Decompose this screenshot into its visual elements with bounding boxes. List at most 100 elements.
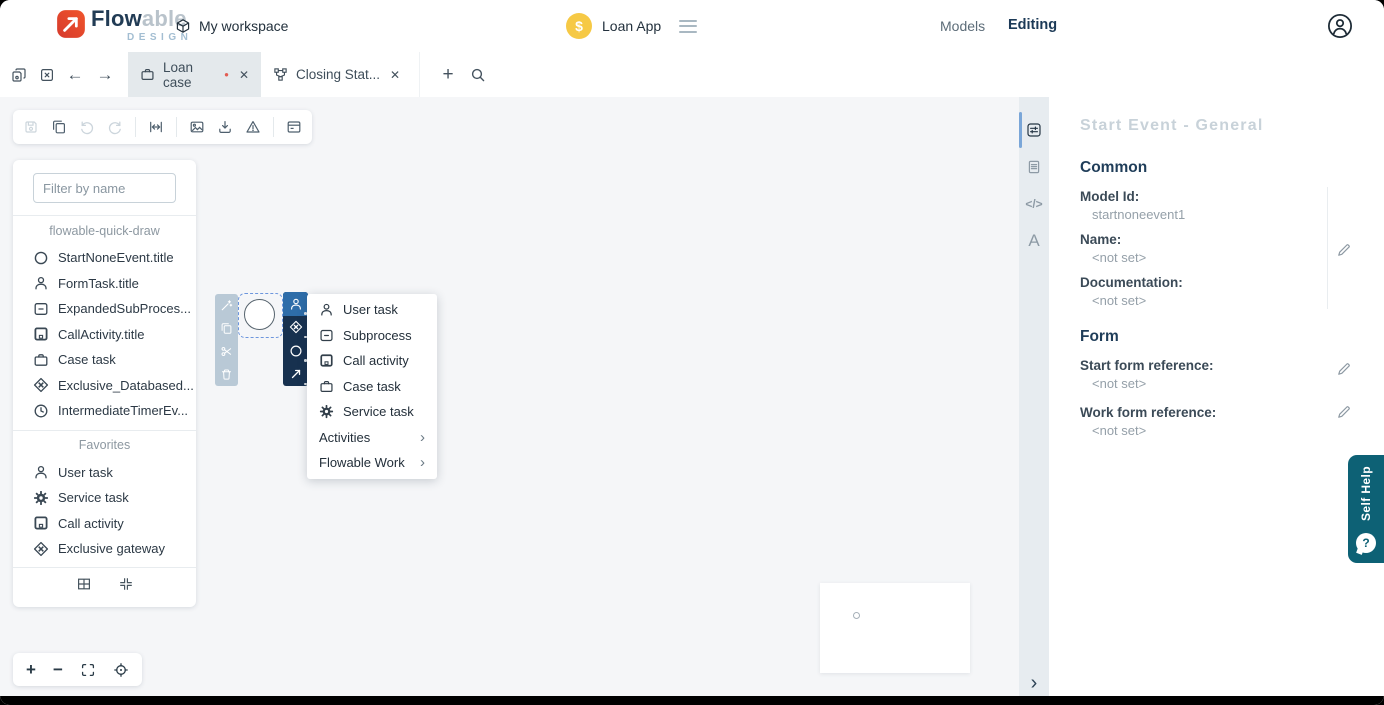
panel-tab-documentation[interactable]	[1019, 149, 1049, 185]
exclusive-gateway-icon	[289, 320, 303, 334]
shape-palette: flowable-quick-draw StartNoneEvent.title…	[13, 160, 196, 607]
tab-forward-button[interactable]: →	[92, 52, 118, 97]
service-task-icon	[33, 490, 49, 506]
menu-item-label: Activities	[319, 430, 370, 445]
tab-back-button[interactable]: ←	[62, 52, 88, 97]
validation-warnings-icon[interactable]	[245, 119, 261, 135]
close-tab-icon[interactable]: ✕	[390, 68, 400, 82]
zoom-in-button[interactable]: +	[26, 661, 36, 678]
close-tab-icon[interactable]: ✕	[239, 68, 249, 82]
field-value: startnoneevent1	[1080, 207, 1384, 222]
panel-tab-code[interactable]: </>	[1019, 186, 1049, 222]
forward-arrow-icon: →	[97, 65, 114, 85]
menu-item-activities[interactable]: Activities ›	[307, 425, 437, 451]
palette-item-call-activity-fav[interactable]: Call activity	[13, 511, 196, 537]
collapse-palette-icon[interactable]	[118, 576, 134, 592]
panel-tab-text[interactable]: A	[1019, 223, 1049, 259]
edit-name-pencil-icon[interactable]	[1336, 242, 1352, 258]
self-help-button[interactable]: Self Help ?	[1348, 455, 1384, 563]
minimap[interactable]	[820, 583, 970, 673]
field-documentation[interactable]: Documentation: <not set>	[1080, 275, 1384, 308]
close-all-icon	[39, 67, 55, 83]
collapse-panel-chevron[interactable]: ›	[1019, 671, 1049, 695]
palette-item-label: Case task	[58, 352, 116, 367]
new-tab-button[interactable]: +	[436, 52, 460, 97]
palette-item-label: CallActivity.title	[58, 327, 144, 342]
menu-item-user-task[interactable]: User task	[307, 297, 437, 323]
save-all-button[interactable]	[8, 52, 30, 97]
case-icon	[140, 67, 155, 82]
field-value: <not set>	[1080, 293, 1384, 308]
workspace-selector[interactable]: My workspace	[175, 0, 288, 52]
menu-item-call-activity[interactable]: Call activity	[307, 348, 437, 374]
properties-tab-strip: </> A ›	[1019, 97, 1049, 705]
palette-item-service-task[interactable]: Service task	[13, 485, 196, 511]
export-image-icon[interactable]	[189, 119, 205, 135]
nav-editing[interactable]: Editing	[1008, 17, 1057, 33]
palette-item-start-none-event[interactable]: StartNoneEvent.title	[13, 245, 196, 271]
palette-item-user-task[interactable]: User task	[13, 460, 196, 486]
nav-models[interactable]: Models	[940, 18, 985, 34]
magic-wand-button[interactable]	[215, 294, 238, 317]
menu-item-subprocess[interactable]: Subprocess	[307, 323, 437, 349]
section-title-form: Form	[1080, 328, 1384, 346]
flowable-logo[interactable]: Flowable DESIGN	[55, 8, 192, 43]
call-activity-icon	[33, 515, 49, 531]
selected-start-event[interactable]	[238, 293, 283, 338]
menu-item-case-task[interactable]: Case task	[307, 374, 437, 400]
search-models-button[interactable]	[466, 52, 490, 97]
quick-add-user-task-button[interactable]	[283, 292, 308, 316]
palette-item-case-task[interactable]: Case task	[13, 347, 196, 373]
palette-item-exclusive-gateway[interactable]: Exclusive_Databased...	[13, 373, 196, 399]
field-value: <not set>	[1080, 376, 1384, 391]
trash-icon	[220, 368, 233, 381]
tab-loan-case[interactable]: Loan case ● ✕	[128, 52, 261, 97]
menu-item-service-task[interactable]: Service task	[307, 399, 437, 425]
palette-item-expanded-subprocess[interactable]: ExpandedSubProces...	[13, 296, 196, 322]
quick-add-context-menu: User task Subprocess Call activity Case …	[307, 294, 437, 479]
draw-connection-button[interactable]	[283, 363, 308, 387]
case-task-icon	[319, 379, 334, 394]
palette-item-intermediate-timer[interactable]: IntermediateTimerEv...	[13, 398, 196, 424]
palette-item-label: Service task	[58, 490, 129, 505]
close-all-button[interactable]	[36, 52, 58, 97]
palette-item-form-task[interactable]: FormTask.title	[13, 271, 196, 297]
palette-item-call-activity[interactable]: CallActivity.title	[13, 322, 196, 348]
diagram-canvas[interactable]: flowable-quick-draw StartNoneEvent.title…	[0, 97, 1019, 705]
field-model-id[interactable]: Model Id: startnoneevent1	[1080, 189, 1384, 222]
download-model-icon[interactable]	[217, 119, 233, 135]
copy-shape-button[interactable]	[215, 317, 238, 340]
grid-view-icon[interactable]	[76, 576, 92, 592]
form-panel-icon[interactable]	[286, 119, 302, 135]
start-event-shape[interactable]	[244, 299, 275, 330]
center-target-icon[interactable]	[113, 662, 129, 678]
quick-add-gateway-button[interactable]	[283, 316, 308, 340]
resize-width-icon[interactable]	[148, 119, 164, 135]
save-icon[interactable]	[23, 119, 39, 135]
undo-icon[interactable]	[79, 119, 95, 135]
zoom-out-button[interactable]: −	[53, 661, 63, 678]
cut-shape-button[interactable]	[215, 340, 238, 363]
copy-icon[interactable]	[51, 119, 67, 135]
redo-icon[interactable]	[107, 119, 123, 135]
zoom-controls: + −	[13, 653, 142, 686]
fit-to-screen-icon[interactable]	[80, 662, 96, 678]
palette-item-exclusive-gateway-fav[interactable]: Exclusive gateway	[13, 536, 196, 562]
edit-start-form-pencil-icon[interactable]	[1336, 361, 1352, 377]
quick-add-end-event-button[interactable]	[283, 339, 308, 363]
palette-footer	[13, 568, 196, 601]
tab-closing-stat[interactable]: Closing Stat... ✕	[261, 52, 420, 97]
app-menu-icon[interactable]	[679, 20, 697, 33]
delete-shape-button[interactable]	[215, 363, 238, 386]
filter-input[interactable]	[33, 173, 176, 203]
menu-item-flowable-work[interactable]: Flowable Work ›	[307, 450, 437, 476]
user-task-icon	[33, 275, 49, 291]
dirty-marker: ●	[224, 71, 229, 79]
user-avatar-icon[interactable]	[1327, 13, 1353, 39]
user-task-icon	[33, 464, 49, 480]
edit-work-form-pencil-icon[interactable]	[1336, 404, 1352, 420]
app-selector[interactable]: $ Loan App	[566, 0, 697, 52]
tab-label: Closing Stat...	[296, 67, 380, 82]
palette-item-label: FormTask.title	[58, 276, 139, 291]
panel-tab-general[interactable]	[1019, 112, 1049, 148]
